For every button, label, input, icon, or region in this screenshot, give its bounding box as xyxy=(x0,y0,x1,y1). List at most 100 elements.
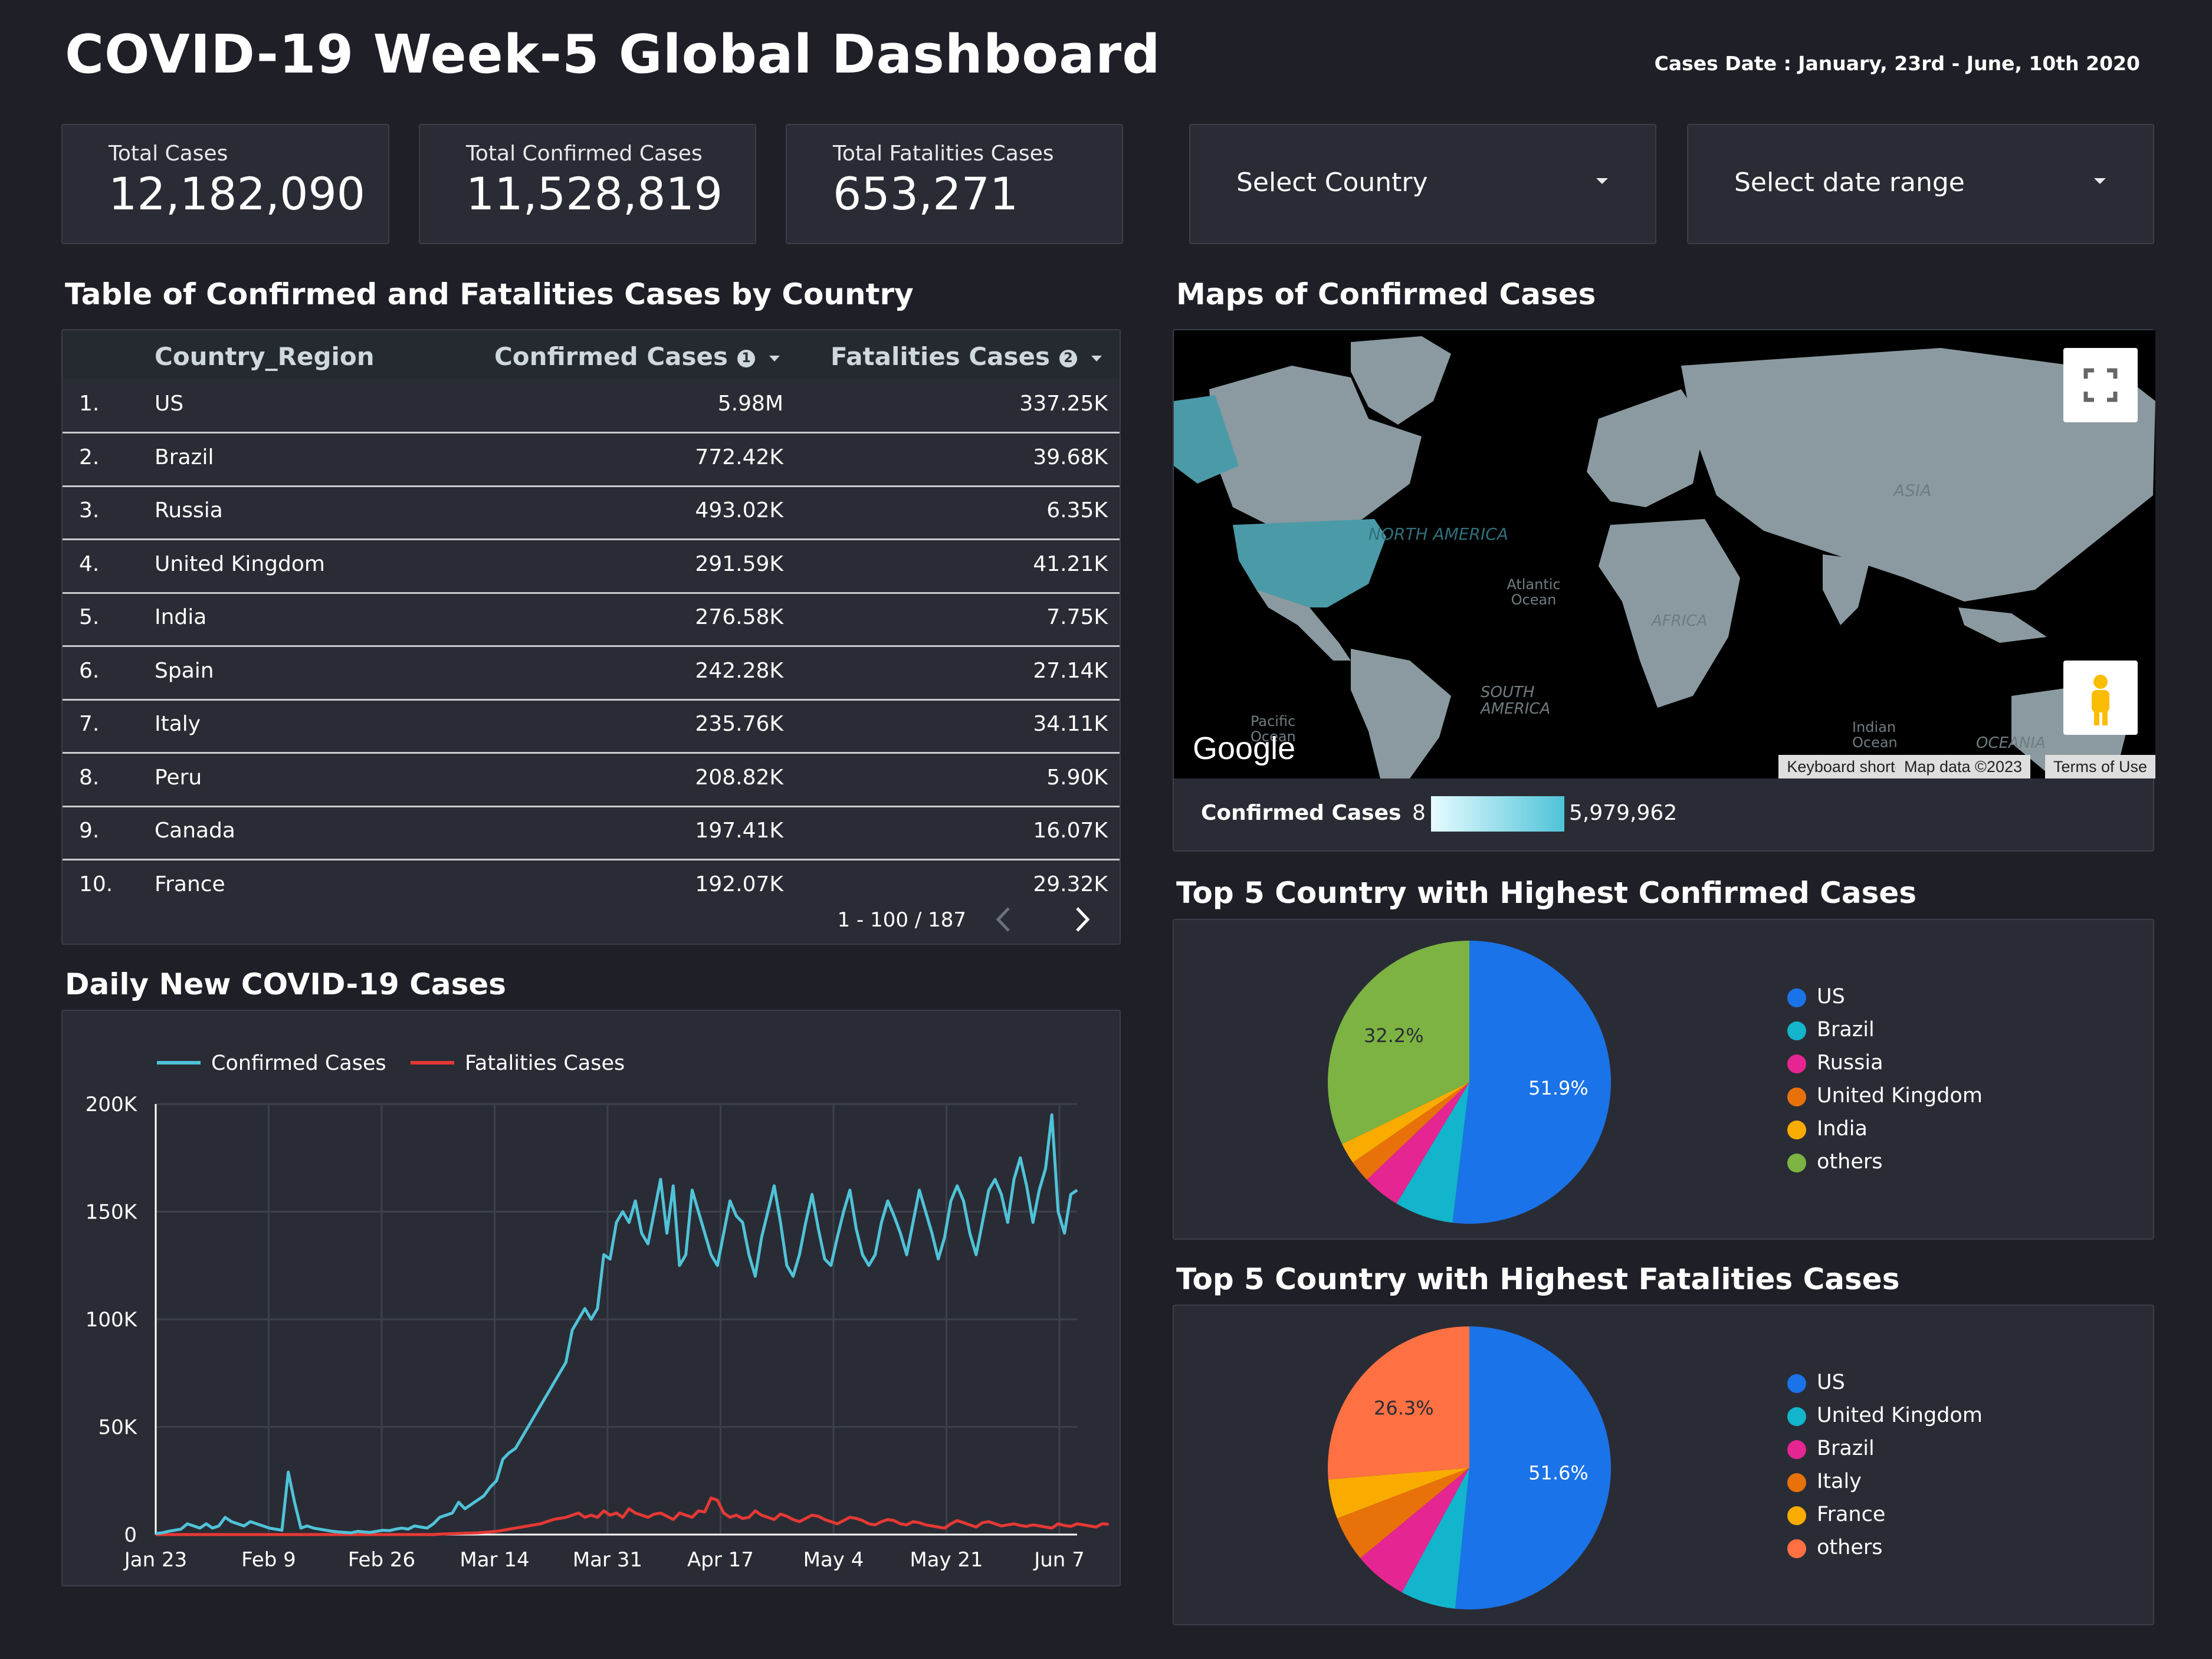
row-country: United Kingdom xyxy=(155,551,325,576)
row-confirmed: 208.82K xyxy=(695,765,783,790)
map-label-south-america: SOUTH AMERICA xyxy=(1481,684,1551,718)
table-row[interactable]: 3. Russia 493.02K 6.35K xyxy=(63,485,1120,540)
legend-item[interactable]: France xyxy=(1787,1498,1983,1531)
row-confirmed: 235.76K xyxy=(695,712,783,736)
line-chart-panel: 0 50K 100K 150K 200K Jan 23 Feb 9 Feb 26 Mar 14 M… xyxy=(61,1010,1121,1586)
row-country: Peru xyxy=(155,765,202,790)
map-legend-label: Confirmed Cases xyxy=(1201,801,1402,825)
country-table: Country_Region Confirmed Cases 1 Fataliti… xyxy=(61,329,1121,945)
table-row[interactable]: 4. United Kingdom 291.59K 41.21K xyxy=(63,539,1120,594)
legend-swatch xyxy=(1787,1021,1806,1040)
kpi-label: Total Confirmed Cases xyxy=(466,142,703,166)
legend-label: India xyxy=(1817,1117,1868,1141)
row-index: 7. xyxy=(79,712,100,736)
legend-label: Italy xyxy=(1817,1470,1862,1493)
column-header-country[interactable]: Country_Region xyxy=(155,342,375,371)
legend-label: others xyxy=(1817,1536,1883,1559)
legend-item[interactable]: Italy xyxy=(1787,1465,1983,1498)
column-header-confirmed[interactable]: Confirmed Cases 1 xyxy=(494,342,780,371)
country-select[interactable]: Select Country xyxy=(1189,124,1656,244)
next-page-icon[interactable] xyxy=(1070,905,1094,934)
legend-label: Brazil xyxy=(1817,1437,1875,1460)
kpi-value: 11,528,819 xyxy=(466,167,723,220)
chevron-down-icon xyxy=(1596,178,1608,184)
street-view-button[interactable] xyxy=(2063,661,2138,735)
table-row[interactable]: 1. US 5.98M 337.25K xyxy=(63,379,1120,433)
pie-slice-label: 51.9% xyxy=(1528,1077,1589,1099)
legend-label: France xyxy=(1817,1503,1886,1526)
legend-item[interactable]: US xyxy=(1787,1366,1983,1399)
kpi-value: 12,182,090 xyxy=(109,167,366,220)
world-map[interactable]: NORTH AMERICA ASIA AFRICA Atlantic Ocean… xyxy=(1174,330,2155,778)
x-tick-label: Feb 26 xyxy=(348,1548,415,1572)
cases-date-range: Cases Date : January, 23rd - June, 10th … xyxy=(1654,52,2140,75)
x-tick-label: Feb 9 xyxy=(241,1548,296,1572)
y-tick-label: 200K xyxy=(86,1093,138,1116)
legend-item[interactable]: United Kingdom xyxy=(1787,1399,1983,1432)
row-index: 3. xyxy=(79,498,100,523)
fullscreen-button[interactable] xyxy=(2063,348,2138,422)
daily-cases-line-chart: 0 50K 100K 150K 200K Jan 23 Feb 9 Feb 26 Mar 14 M… xyxy=(86,1052,1109,1572)
legend-item[interactable]: US xyxy=(1787,980,1983,1013)
y-tick-label: 50K xyxy=(98,1416,137,1440)
map-legend-gradient xyxy=(1431,796,1564,832)
row-country: France xyxy=(155,872,225,896)
column-header-fatalities[interactable]: Fatalities Cases 2 xyxy=(831,342,1102,371)
sort-down-icon[interactable] xyxy=(769,355,780,362)
terms-of-use-link[interactable]: Terms of Use xyxy=(2044,755,2155,778)
table-row[interactable]: 10. France 192.07K 29.32K xyxy=(63,859,1120,912)
row-index: 1. xyxy=(79,392,100,416)
legend-item[interactable]: others xyxy=(1787,1145,1983,1178)
legend-swatch xyxy=(1787,1539,1806,1558)
row-index: 4. xyxy=(79,551,100,576)
legend-label: others xyxy=(1817,1150,1883,1174)
fullscreen-icon xyxy=(2083,368,2118,402)
series-line-confirmed-cases[interactable] xyxy=(155,1113,1078,1535)
pie-fatalities-chart: 51.6% 26.3% xyxy=(1328,1326,1611,1609)
legend-item[interactable]: India xyxy=(1787,1112,1983,1145)
map-panel: NORTH AMERICA ASIA AFRICA Atlantic Ocean… xyxy=(1173,329,2155,852)
row-country: Russia xyxy=(155,498,223,523)
pie-fatalities-legend: US United Kingdom Brazil Italy France others xyxy=(1787,1366,1983,1564)
legend-label: United Kingdom xyxy=(1817,1084,1983,1108)
legend-item[interactable]: United Kingdom xyxy=(1787,1079,1983,1112)
table-row[interactable]: 2. Brazil 772.42K 39.68K xyxy=(63,432,1120,487)
row-country: Italy xyxy=(155,712,201,736)
row-confirmed: 242.28K xyxy=(695,658,783,683)
pie-confirmed-chart: 51.9% 32.2% xyxy=(1328,941,1611,1224)
row-country: US xyxy=(155,392,184,416)
legend-swatch xyxy=(1787,1088,1806,1106)
legend-item[interactable]: Russia xyxy=(1787,1046,1983,1079)
x-tick-label: May 4 xyxy=(803,1548,864,1572)
x-tick-label: Jan 23 xyxy=(123,1548,187,1572)
legend-item[interactable]: Brazil xyxy=(1787,1013,1983,1046)
map-legend-max: 5,979,962 xyxy=(1569,801,1678,825)
legend-item[interactable]: others xyxy=(1787,1531,1983,1564)
sort-down-icon[interactable] xyxy=(1091,355,1102,362)
table-row[interactable]: 7. Italy 235.76K 34.11K xyxy=(63,699,1120,754)
map-title: Maps of Confirmed Cases xyxy=(1176,277,1596,311)
table-row[interactable]: 8. Peru 208.82K 5.90K xyxy=(63,753,1120,807)
table-row[interactable]: 6. Spain 242.28K 27.14K xyxy=(63,646,1120,701)
row-index: 5. xyxy=(79,605,100,629)
table-row[interactable]: 5. India 276.58K 7.75K xyxy=(63,592,1120,647)
row-confirmed: 5.98M xyxy=(717,392,783,416)
table-title: Table of Confirmed and Fatalities Cases … xyxy=(65,277,914,311)
prev-page-icon[interactable] xyxy=(992,905,1016,934)
map-label-africa: AFRICA xyxy=(1652,612,1708,630)
date-range-select[interactable]: Select date range xyxy=(1687,124,2154,244)
map-label-asia: ASIA xyxy=(1893,481,1932,500)
row-fatalities: 6.35K xyxy=(1046,498,1108,523)
map-label-oceania: OCEANIA xyxy=(1976,734,2046,752)
info-icon[interactable]: 1 xyxy=(737,349,755,367)
table-row[interactable]: 9. Canada 197.41K 16.07K xyxy=(63,806,1120,860)
pie-slice-label: 32.2% xyxy=(1364,1024,1424,1047)
legend-item[interactable]: Brazil xyxy=(1787,1432,1983,1465)
legend-label: US xyxy=(1817,1371,1845,1394)
legend-swatch xyxy=(1787,1374,1806,1393)
row-fatalities: 5.90K xyxy=(1046,765,1108,790)
legend-swatch xyxy=(1787,1407,1806,1426)
x-tick-label: Jun 7 xyxy=(1033,1548,1085,1572)
info-icon[interactable]: 2 xyxy=(1059,349,1077,367)
legend-label: US xyxy=(1817,985,1845,1008)
